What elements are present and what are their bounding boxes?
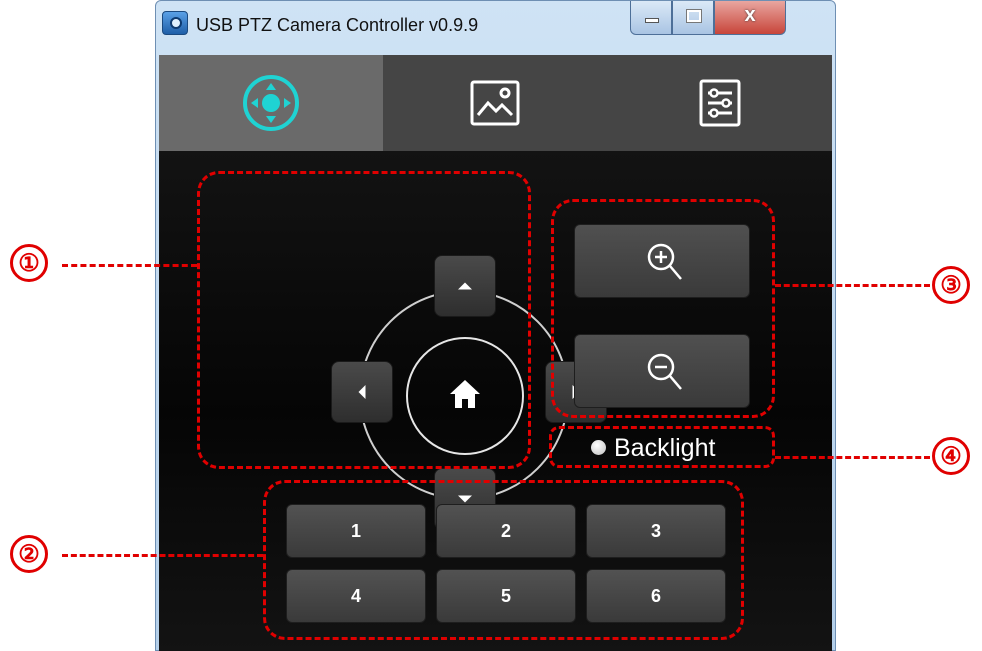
minimize-icon xyxy=(645,18,659,23)
screenshot-stage: USB PTZ Camera Controller v0.9.9 x Backl… xyxy=(0,0,982,651)
ptz-joystick-icon xyxy=(243,75,299,131)
annotation-marker-3: ③ xyxy=(932,266,970,304)
maximize-icon xyxy=(686,9,702,23)
annotation-box-presets xyxy=(263,480,744,640)
camera-app-icon xyxy=(162,11,188,35)
minimize-button[interactable] xyxy=(630,1,672,35)
annotation-marker-1: ① xyxy=(10,244,48,282)
window-title: USB PTZ Camera Controller v0.9.9 xyxy=(196,15,479,35)
image-icon xyxy=(470,80,520,126)
annotation-marker-4: ④ xyxy=(932,437,970,475)
annotation-line-3 xyxy=(775,284,930,287)
tab-image-settings[interactable] xyxy=(383,55,607,151)
close-icon: x xyxy=(744,4,756,26)
tab-ptz-control[interactable] xyxy=(159,55,383,151)
tab-bar xyxy=(159,55,832,151)
tab-settings[interactable] xyxy=(607,55,832,151)
close-button[interactable]: x xyxy=(714,1,786,35)
annotation-marker-2: ② xyxy=(10,535,48,573)
annotation-line-2 xyxy=(62,554,263,557)
annotation-box-ptz xyxy=(197,171,531,469)
annotation-line-4 xyxy=(775,456,930,459)
annotation-box-backlight xyxy=(549,426,775,468)
annotation-line-1 xyxy=(62,264,197,267)
settings-sliders-icon xyxy=(699,79,740,127)
title-bar[interactable]: USB PTZ Camera Controller v0.9.9 x xyxy=(156,1,835,51)
annotation-box-zoom xyxy=(551,199,775,418)
maximize-button[interactable] xyxy=(672,1,714,35)
